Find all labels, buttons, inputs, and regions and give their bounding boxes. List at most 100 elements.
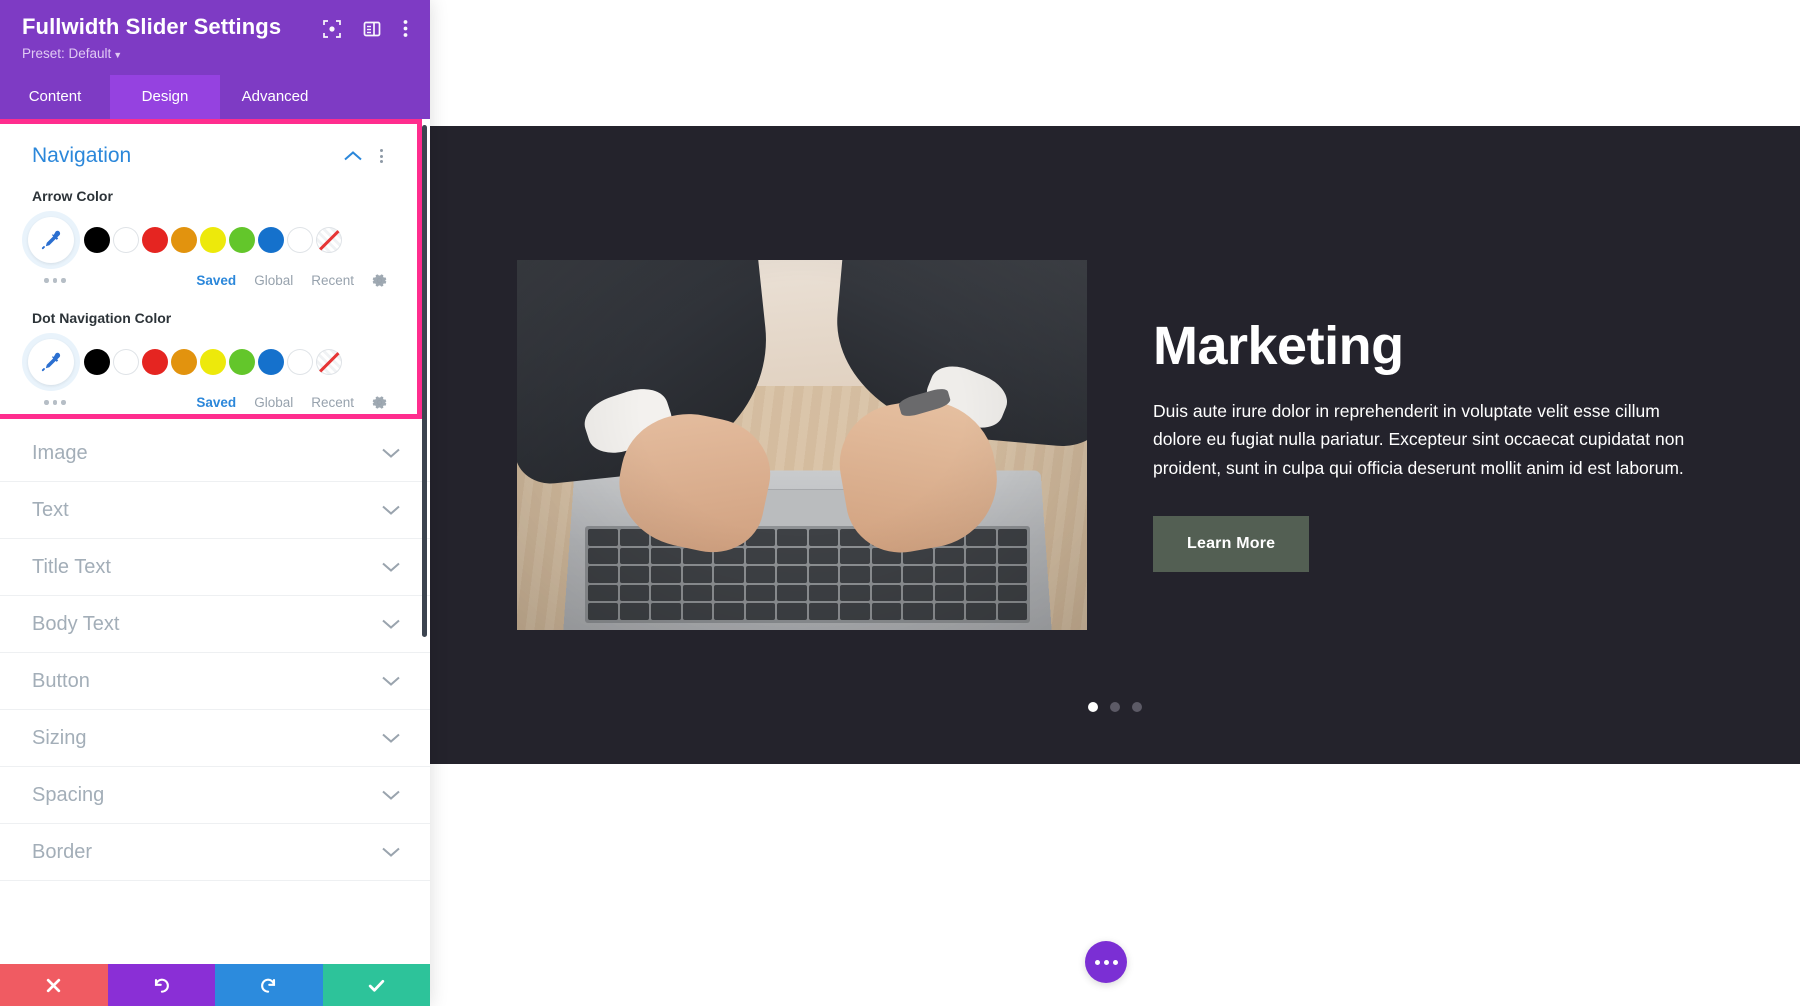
- gear-icon[interactable]: [372, 395, 387, 410]
- palette-tab-saved[interactable]: Saved: [196, 273, 236, 288]
- tab-advanced[interactable]: Advanced: [220, 75, 330, 119]
- layout-toggle-icon[interactable]: [363, 20, 381, 38]
- palette-tab-recent[interactable]: Recent: [311, 395, 354, 410]
- slide-text: Marketing Duis aute irure dolor in repre…: [1153, 318, 1713, 572]
- tab-content[interactable]: Content: [0, 75, 110, 119]
- checkmark-icon: [368, 979, 384, 992]
- arrow-color-swatches: [28, 217, 387, 263]
- swatch-empty[interactable]: [287, 349, 313, 375]
- panel-body: Navigation Arrow Color Saved Global Rece…: [0, 119, 430, 1006]
- focus-icon[interactable]: [323, 19, 341, 38]
- section-label: Image: [32, 441, 88, 464]
- swatch-green[interactable]: [229, 227, 255, 253]
- module-settings-panel: Fullwidth Slider Settings Preset: Defaul…: [0, 0, 430, 1006]
- chevron-down-icon: [382, 504, 400, 516]
- more-options-icon[interactable]: [403, 19, 408, 38]
- redo-icon: [261, 978, 276, 993]
- dot-navigation-color-swatches: [28, 339, 387, 385]
- slide-title: Marketing: [1153, 316, 1404, 377]
- panel-tabs: Content Design Advanced: [0, 75, 430, 119]
- section-label: Body Text: [32, 612, 120, 635]
- section-row-spacing[interactable]: Spacing: [0, 767, 430, 824]
- section-label: Title Text: [32, 555, 111, 578]
- section-label: Spacing: [32, 783, 105, 806]
- page-settings-fab[interactable]: [1085, 941, 1127, 983]
- slider-dot[interactable]: [1132, 702, 1142, 712]
- chevron-down-icon: [382, 732, 400, 744]
- preset-label: Preset: Default: [22, 46, 112, 61]
- chevron-down-icon: [382, 561, 400, 573]
- chevron-down-icon: [382, 789, 400, 801]
- redo-button[interactable]: [215, 964, 323, 1006]
- swatch-yellow[interactable]: [200, 349, 226, 375]
- section-row-image[interactable]: Image: [0, 425, 430, 482]
- section-row-text[interactable]: Text: [0, 482, 430, 539]
- swatch-orange[interactable]: [171, 349, 197, 375]
- gear-icon[interactable]: [372, 273, 387, 288]
- navigation-section: Navigation Arrow Color Saved Global Rece…: [0, 119, 422, 419]
- navigation-section-title: Navigation: [32, 144, 132, 167]
- save-button[interactable]: [322, 964, 430, 1006]
- section-row-button[interactable]: Button: [0, 653, 430, 710]
- swatch-orange[interactable]: [171, 227, 197, 253]
- slider-dot[interactable]: [1110, 702, 1120, 712]
- chevron-down-icon: [382, 675, 400, 687]
- panel-title: Fullwidth Slider Settings: [22, 14, 282, 39]
- field-arrow-color: Arrow Color Saved Global Recent: [28, 188, 387, 288]
- swatch-black[interactable]: [84, 349, 110, 375]
- swatch-white[interactable]: [113, 227, 139, 253]
- section-row-sizing[interactable]: Sizing: [0, 710, 430, 767]
- section-more-options-icon[interactable]: [376, 147, 387, 165]
- close-icon: [47, 978, 61, 992]
- chevron-down-icon: [382, 447, 400, 459]
- section-row-border[interactable]: Border: [0, 824, 430, 881]
- chevron-down-icon: [382, 846, 400, 858]
- preset-selector[interactable]: Preset: Default ▼: [22, 46, 408, 75]
- fullwidth-slider: Marketing Duis aute irure dolor in repre…: [430, 126, 1800, 764]
- chevron-down-icon: ▼: [113, 50, 123, 60]
- section-label: Button: [32, 669, 90, 692]
- slide-image: [517, 260, 1087, 630]
- palette-tab-global[interactable]: Global: [254, 273, 293, 288]
- swatch-red[interactable]: [142, 349, 168, 375]
- undo-button[interactable]: [107, 964, 215, 1006]
- dot-navigation-color-more-icon[interactable]: [32, 400, 172, 405]
- swatch-transparent[interactable]: [316, 349, 342, 375]
- swatch-yellow[interactable]: [200, 227, 226, 253]
- eyedropper-icon[interactable]: [28, 217, 74, 263]
- undo-icon: [154, 978, 169, 993]
- swatch-black[interactable]: [84, 227, 110, 253]
- palette-tab-recent[interactable]: Recent: [311, 273, 354, 288]
- learn-more-button[interactable]: Learn More: [1153, 515, 1310, 572]
- collapsed-sections: Image Text Title Text Body Text Button S…: [0, 419, 430, 881]
- arrow-color-label: Arrow Color: [32, 188, 113, 204]
- swatch-blue[interactable]: [258, 227, 284, 253]
- palette-tab-saved[interactable]: Saved: [196, 395, 236, 410]
- app-root: Marketing Duis aute irure dolor in repre…: [0, 0, 1800, 1006]
- dot-navigation-color-label: Dot Navigation Color: [32, 310, 172, 326]
- swatch-white[interactable]: [113, 349, 139, 375]
- swatch-transparent[interactable]: [316, 227, 342, 253]
- panel-action-bar: [0, 964, 430, 1006]
- chevron-down-icon: [382, 618, 400, 630]
- slider-dot[interactable]: [1088, 702, 1098, 712]
- panel-scrollbar[interactable]: [422, 125, 427, 637]
- eyedropper-icon[interactable]: [28, 339, 74, 385]
- arrow-color-more-icon[interactable]: [32, 278, 172, 283]
- section-row-body-text[interactable]: Body Text: [0, 596, 430, 653]
- section-label: Sizing: [32, 726, 87, 749]
- swatch-empty[interactable]: [287, 227, 313, 253]
- panel-header: Fullwidth Slider Settings Preset: Defaul…: [0, 0, 430, 75]
- palette-tab-global[interactable]: Global: [254, 395, 293, 410]
- section-label: Border: [32, 840, 93, 863]
- swatch-blue[interactable]: [258, 349, 284, 375]
- chevron-up-icon[interactable]: [344, 150, 362, 162]
- section-row-title-text[interactable]: Title Text: [0, 539, 430, 596]
- cancel-button[interactable]: [0, 964, 108, 1006]
- swatch-red[interactable]: [142, 227, 168, 253]
- tab-design[interactable]: Design: [110, 75, 220, 119]
- slide-body: Duis aute irure dolor in reprehenderit i…: [1153, 400, 1685, 478]
- section-label: Text: [32, 498, 69, 521]
- slider-dot-navigation[interactable]: [1088, 702, 1142, 712]
- swatch-green[interactable]: [229, 349, 255, 375]
